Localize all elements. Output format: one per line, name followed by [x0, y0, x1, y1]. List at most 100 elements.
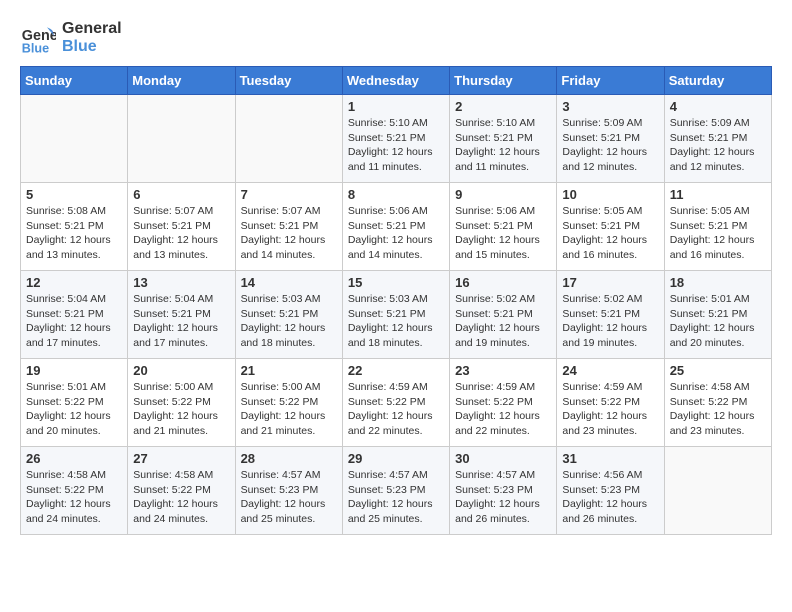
day-info: Sunrise: 5:04 AM Sunset: 5:21 PM Dayligh… [26, 292, 122, 351]
calendar-cell: 28 Sunrise: 4:57 AM Sunset: 5:23 PM Dayli… [235, 447, 342, 535]
day-number: 24 [562, 363, 658, 378]
day-number: 7 [241, 187, 337, 202]
day-info: Sunrise: 5:05 AM Sunset: 5:21 PM Dayligh… [562, 204, 658, 263]
calendar-cell: 27 Sunrise: 4:58 AM Sunset: 5:22 PM Dayli… [128, 447, 235, 535]
day-info: Sunrise: 5:03 AM Sunset: 5:21 PM Dayligh… [241, 292, 337, 351]
day-info: Sunrise: 5:00 AM Sunset: 5:22 PM Dayligh… [133, 380, 229, 439]
calendar-cell [235, 95, 342, 183]
day-info: Sunrise: 5:01 AM Sunset: 5:21 PM Dayligh… [670, 292, 766, 351]
day-info: Sunrise: 5:06 AM Sunset: 5:21 PM Dayligh… [455, 204, 551, 263]
header-saturday: Saturday [664, 67, 771, 95]
day-info: Sunrise: 5:02 AM Sunset: 5:21 PM Dayligh… [562, 292, 658, 351]
day-number: 20 [133, 363, 229, 378]
day-number: 19 [26, 363, 122, 378]
day-info: Sunrise: 4:59 AM Sunset: 5:22 PM Dayligh… [348, 380, 444, 439]
calendar-cell [128, 95, 235, 183]
day-number: 11 [670, 187, 766, 202]
calendar-cell: 18 Sunrise: 5:01 AM Sunset: 5:21 PM Dayli… [664, 271, 771, 359]
day-info: Sunrise: 5:02 AM Sunset: 5:21 PM Dayligh… [455, 292, 551, 351]
calendar-cell: 11 Sunrise: 5:05 AM Sunset: 5:21 PM Dayli… [664, 183, 771, 271]
page-header: General Blue General Blue [20, 20, 772, 56]
calendar-cell: 3Sunrise: 5:09 AM Sunset: 5:21 PM Daylig… [557, 95, 664, 183]
day-number: 8 [348, 187, 444, 202]
day-info: Sunrise: 4:57 AM Sunset: 5:23 PM Dayligh… [348, 468, 444, 527]
day-info: Sunrise: 5:05 AM Sunset: 5:21 PM Dayligh… [670, 204, 766, 263]
day-info: Sunrise: 4:59 AM Sunset: 5:22 PM Dayligh… [562, 380, 658, 439]
day-number: 30 [455, 451, 551, 466]
calendar-cell: 22 Sunrise: 4:59 AM Sunset: 5:22 PM Dayli… [342, 359, 449, 447]
day-number: 22 [348, 363, 444, 378]
day-info: Sunrise: 4:58 AM Sunset: 5:22 PM Dayligh… [133, 468, 229, 527]
calendar-cell: 23 Sunrise: 4:59 AM Sunset: 5:22 PM Dayli… [450, 359, 557, 447]
calendar-cell: 25 Sunrise: 4:58 AM Sunset: 5:22 PM Dayli… [664, 359, 771, 447]
calendar-cell [21, 95, 128, 183]
day-number: 27 [133, 451, 229, 466]
calendar-cell: 4Sunrise: 5:09 AM Sunset: 5:21 PM Daylig… [664, 95, 771, 183]
day-info: Sunrise: 5:08 AM Sunset: 5:21 PM Dayligh… [26, 204, 122, 263]
calendar-cell: 30Sunrise: 4:57 AM Sunset: 5:23 PM Dayli… [450, 447, 557, 535]
day-number: 5 [26, 187, 122, 202]
header-monday: Monday [128, 67, 235, 95]
day-number: 21 [241, 363, 337, 378]
day-info: Sunrise: 4:59 AM Sunset: 5:22 PM Dayligh… [455, 380, 551, 439]
calendar-cell: 19Sunrise: 5:01 AM Sunset: 5:22 PM Dayli… [21, 359, 128, 447]
day-info: Sunrise: 5:03 AM Sunset: 5:21 PM Dayligh… [348, 292, 444, 351]
day-info: Sunrise: 5:04 AM Sunset: 5:21 PM Dayligh… [133, 292, 229, 351]
day-info: Sunrise: 4:58 AM Sunset: 5:22 PM Dayligh… [26, 468, 122, 527]
day-number: 14 [241, 275, 337, 290]
day-number: 31 [562, 451, 658, 466]
logo: General Blue General Blue [20, 20, 122, 56]
calendar-cell: 20 Sunrise: 5:00 AM Sunset: 5:22 PM Dayli… [128, 359, 235, 447]
day-number: 1 [348, 99, 444, 114]
week-row-1: 1 Sunrise: 5:10 AM Sunset: 5:21 PM Daylig… [21, 95, 772, 183]
logo-blue: Blue [62, 38, 122, 56]
logo-general: General [62, 20, 122, 38]
day-number: 17 [562, 275, 658, 290]
header-thursday: Thursday [450, 67, 557, 95]
calendar-cell: 7 Sunrise: 5:07 AM Sunset: 5:21 PM Daylig… [235, 183, 342, 271]
calendar-cell: 29 Sunrise: 4:57 AM Sunset: 5:23 PM Dayli… [342, 447, 449, 535]
day-info: Sunrise: 5:06 AM Sunset: 5:21 PM Dayligh… [348, 204, 444, 263]
day-info: Sunrise: 4:57 AM Sunset: 5:23 PM Dayligh… [241, 468, 337, 527]
day-info: Sunrise: 5:10 AM Sunset: 5:21 PM Dayligh… [455, 116, 551, 175]
day-number: 12 [26, 275, 122, 290]
day-number: 10 [562, 187, 658, 202]
calendar-cell [664, 447, 771, 535]
day-number: 25 [670, 363, 766, 378]
day-number: 13 [133, 275, 229, 290]
day-info: Sunrise: 5:07 AM Sunset: 5:21 PM Dayligh… [133, 204, 229, 263]
calendar-header-row: SundayMondayTuesdayWednesdayThursdayFrid… [21, 67, 772, 95]
calendar-cell: 12 Sunrise: 5:04 AM Sunset: 5:21 PM Dayli… [21, 271, 128, 359]
day-info: Sunrise: 4:58 AM Sunset: 5:22 PM Dayligh… [670, 380, 766, 439]
header-friday: Friday [557, 67, 664, 95]
calendar-cell: 10 Sunrise: 5:05 AM Sunset: 5:21 PM Dayli… [557, 183, 664, 271]
day-info: Sunrise: 5:00 AM Sunset: 5:22 PM Dayligh… [241, 380, 337, 439]
calendar-cell: 13 Sunrise: 5:04 AM Sunset: 5:21 PM Dayli… [128, 271, 235, 359]
week-row-2: 5 Sunrise: 5:08 AM Sunset: 5:21 PM Daylig… [21, 183, 772, 271]
logo-icon: General Blue [20, 20, 56, 56]
week-row-3: 12 Sunrise: 5:04 AM Sunset: 5:21 PM Dayli… [21, 271, 772, 359]
week-row-4: 19Sunrise: 5:01 AM Sunset: 5:22 PM Dayli… [21, 359, 772, 447]
calendar-table: SundayMondayTuesdayWednesdayThursdayFrid… [20, 66, 772, 535]
header-sunday: Sunday [21, 67, 128, 95]
day-info: Sunrise: 5:10 AM Sunset: 5:21 PM Dayligh… [348, 116, 444, 175]
calendar-cell: 15Sunrise: 5:03 AM Sunset: 5:21 PM Dayli… [342, 271, 449, 359]
calendar-cell: 21 Sunrise: 5:00 AM Sunset: 5:22 PM Dayli… [235, 359, 342, 447]
day-number: 23 [455, 363, 551, 378]
calendar-cell: 14 Sunrise: 5:03 AM Sunset: 5:21 PM Dayli… [235, 271, 342, 359]
calendar-cell: 31Sunrise: 4:56 AM Sunset: 5:23 PM Dayli… [557, 447, 664, 535]
calendar-cell: 2 Sunrise: 5:10 AM Sunset: 5:21 PM Daylig… [450, 95, 557, 183]
day-number: 26 [26, 451, 122, 466]
calendar-cell: 26 Sunrise: 4:58 AM Sunset: 5:22 PM Dayli… [21, 447, 128, 535]
day-number: 28 [241, 451, 337, 466]
week-row-5: 26 Sunrise: 4:58 AM Sunset: 5:22 PM Dayli… [21, 447, 772, 535]
day-number: 2 [455, 99, 551, 114]
day-number: 29 [348, 451, 444, 466]
calendar-cell: 17 Sunrise: 5:02 AM Sunset: 5:21 PM Dayli… [557, 271, 664, 359]
svg-text:Blue: Blue [22, 41, 49, 55]
calendar-cell: 5 Sunrise: 5:08 AM Sunset: 5:21 PM Daylig… [21, 183, 128, 271]
day-number: 18 [670, 275, 766, 290]
day-info: Sunrise: 5:07 AM Sunset: 5:21 PM Dayligh… [241, 204, 337, 263]
calendar-cell: 16Sunrise: 5:02 AM Sunset: 5:21 PM Dayli… [450, 271, 557, 359]
header-wednesday: Wednesday [342, 67, 449, 95]
